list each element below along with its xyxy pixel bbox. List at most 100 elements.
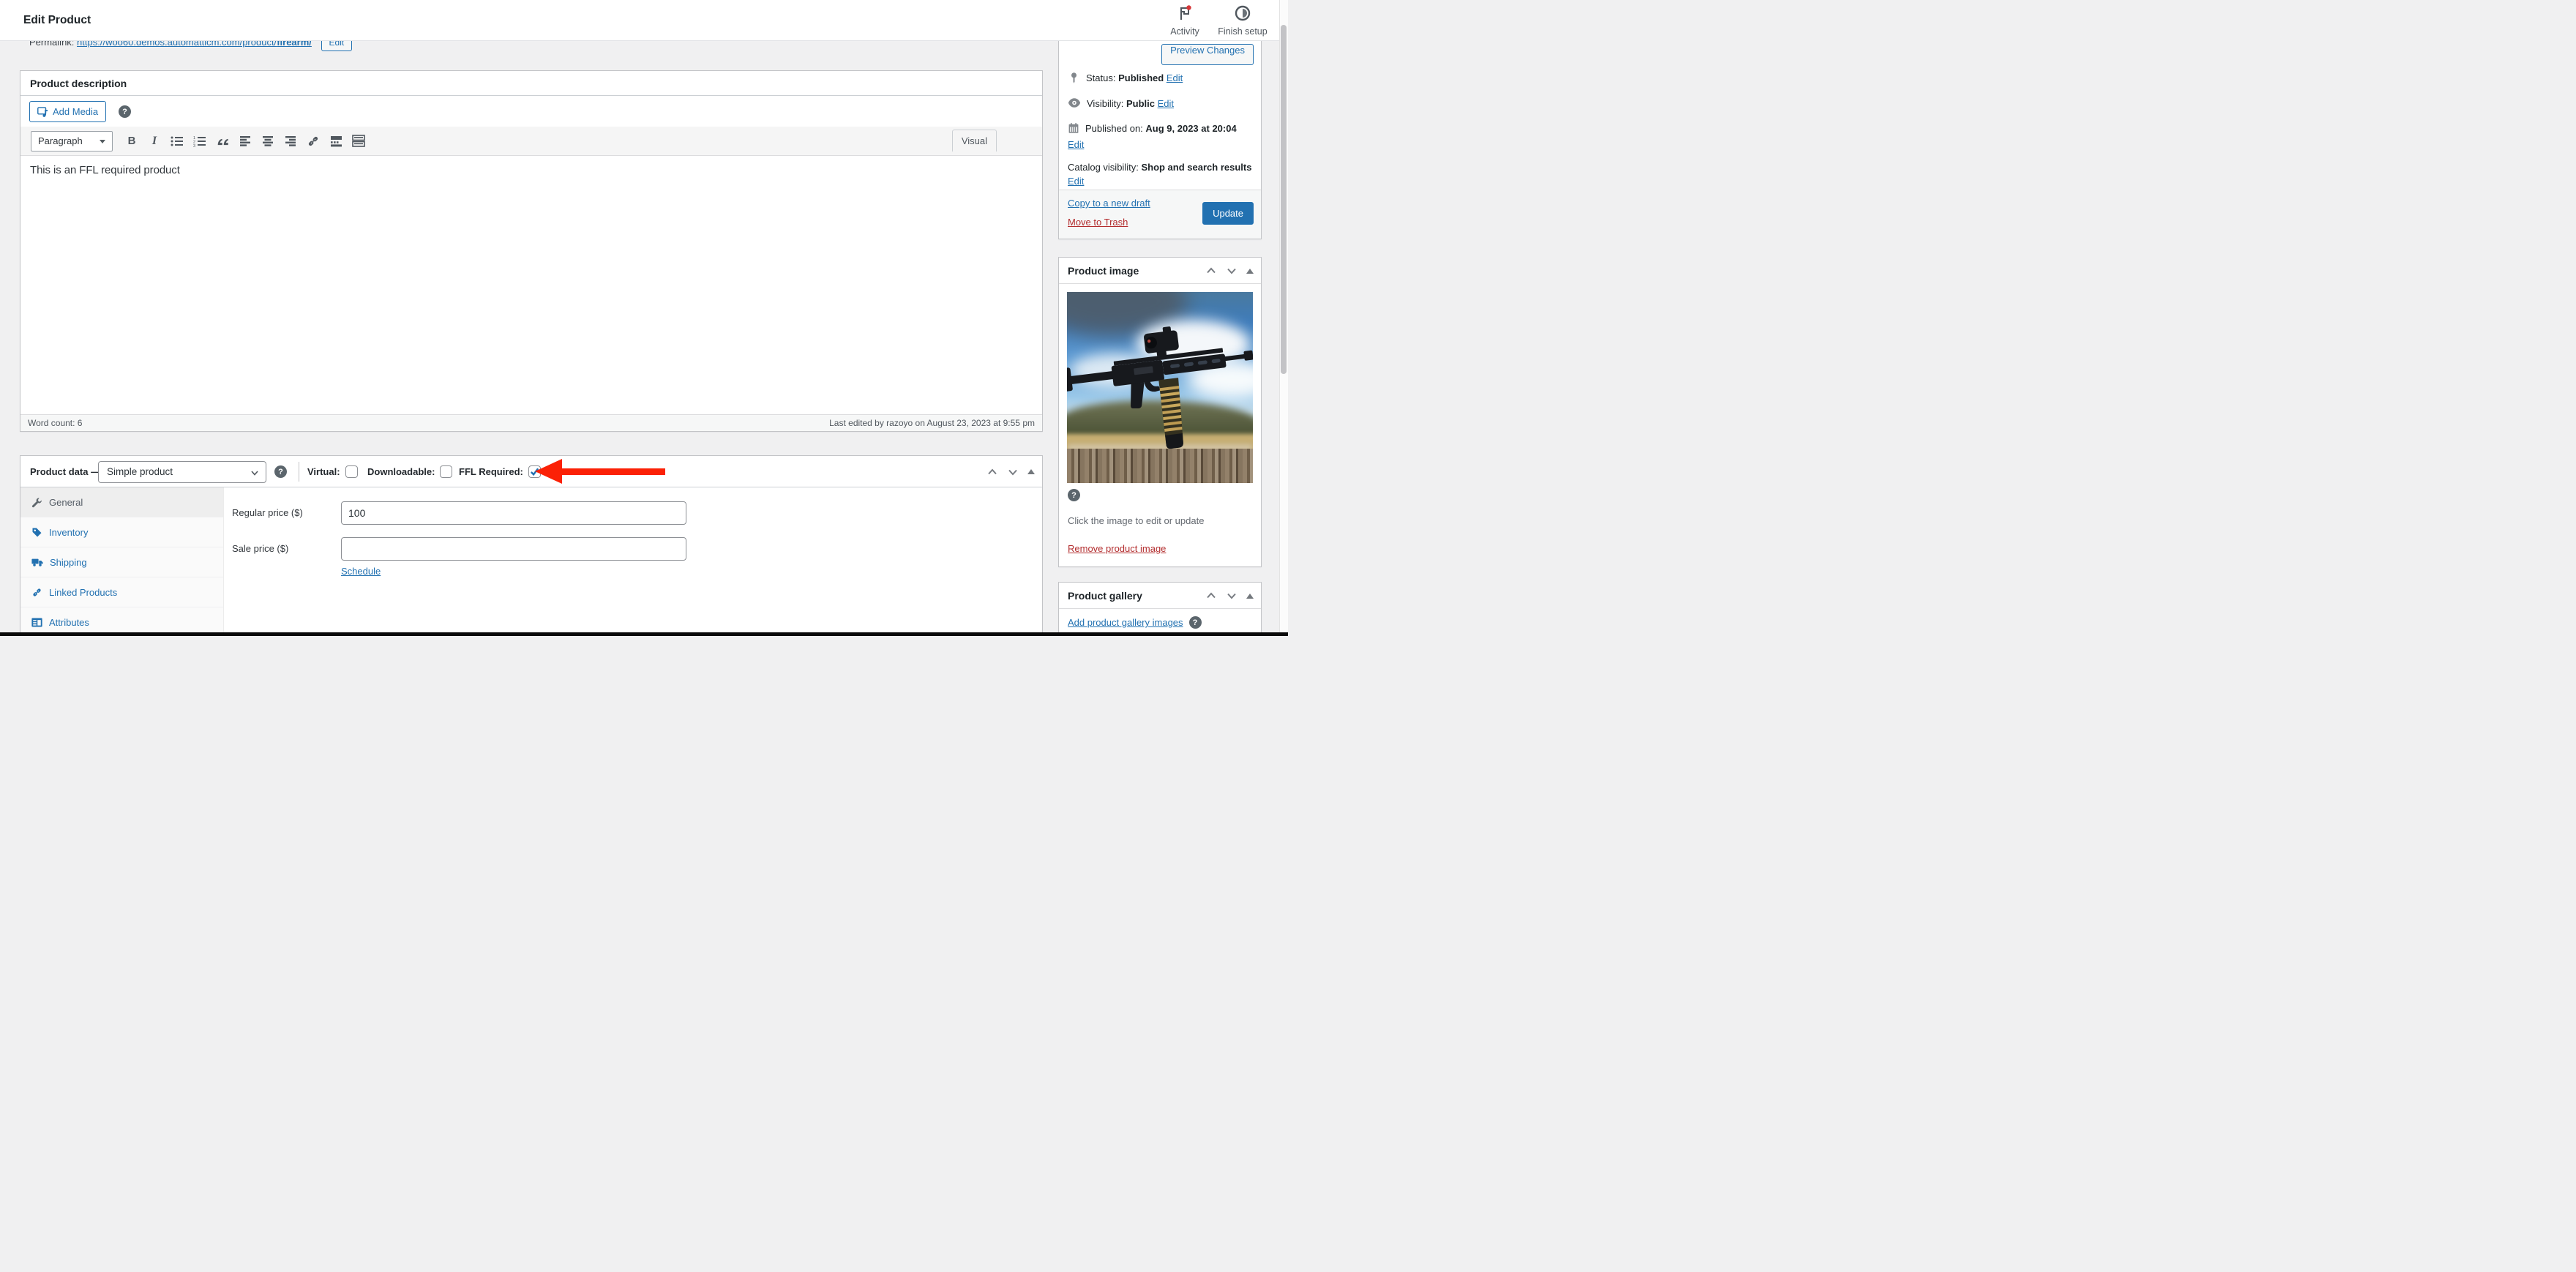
product-gallery-panel: Product gallery Add product gallery imag…	[1058, 582, 1262, 636]
sale-price-label: Sale price ($)	[232, 537, 288, 561]
update-button[interactable]: Update	[1202, 202, 1254, 225]
tab-general[interactable]: General	[20, 487, 223, 517]
bullet-list-button[interactable]	[168, 132, 187, 151]
paragraph-style-select[interactable]: Paragraph	[31, 131, 113, 151]
product-image-hint: Click the image to edit or update	[1068, 515, 1204, 526]
copy-to-draft-link[interactable]: Copy to a new draft	[1068, 198, 1150, 209]
ffl-required-label: FFL Required:	[459, 466, 523, 477]
published-on-row: Published on: Aug 9, 2023 at 20:04	[1068, 123, 1254, 134]
move-down-icon[interactable]	[1007, 466, 1019, 478]
schedule-link[interactable]: Schedule	[341, 566, 381, 577]
move-up-icon[interactable]	[1205, 590, 1217, 602]
editor-content[interactable]: This is an FFL required product	[20, 156, 1042, 416]
scrollbar-thumb[interactable]	[1281, 25, 1287, 374]
published-edit-row: Edit	[1068, 139, 1254, 150]
publish-footer: Copy to a new draft Move to Trash Update	[1059, 190, 1261, 239]
move-up-icon[interactable]	[986, 466, 998, 478]
status-value: Published	[1118, 72, 1164, 83]
caret-down-icon	[100, 140, 105, 143]
catalog-edit-link[interactable]: Edit	[1068, 176, 1084, 187]
move-down-icon[interactable]	[1226, 590, 1238, 602]
media-icon	[37, 107, 48, 117]
virtual-label: Virtual:	[307, 466, 340, 477]
downloadable-checkbox[interactable]	[440, 465, 452, 478]
insert-link-button[interactable]	[304, 132, 323, 151]
status-row: Status: Published Edit	[1068, 72, 1254, 84]
chevron-down-icon	[250, 468, 259, 477]
calendar-icon	[1068, 122, 1079, 134]
move-up-icon[interactable]	[1205, 265, 1217, 277]
published-label: Published on:	[1085, 123, 1143, 134]
bold-button[interactable]: B	[122, 132, 141, 151]
publish-panel: Preview Changes Status: Published Edit V…	[1058, 34, 1262, 239]
tab-inventory[interactable]: Inventory	[20, 517, 223, 547]
sale-price-input[interactable]	[341, 537, 686, 561]
product-type-help-icon[interactable]: ?	[274, 465, 287, 478]
catalog-visibility-row: Catalog visibility: Shop and search resu…	[1068, 160, 1254, 188]
product-data-tabs: General Inventory Shipping	[20, 487, 224, 636]
virtual-checkbox[interactable]	[345, 465, 358, 478]
page-title: Edit Product	[23, 0, 91, 41]
eye-icon	[1068, 97, 1081, 108]
move-down-icon[interactable]	[1226, 265, 1238, 277]
published-edit-link[interactable]: Edit	[1068, 139, 1084, 150]
gallery-help-icon[interactable]: ?	[1189, 616, 1202, 629]
top-bar: Edit Product Activity Finish setup	[0, 0, 1288, 41]
product-image-panel: Product image	[1058, 257, 1262, 567]
scrollbar-track[interactable]	[1279, 0, 1288, 636]
product-image-thumbnail[interactable]	[1067, 292, 1253, 483]
collapse-toggle-icon[interactable]	[1027, 469, 1035, 474]
edit-product-screen: Permalink: https://woo60.demos.automatti…	[0, 0, 1288, 636]
align-right-button[interactable]	[281, 132, 300, 151]
visibility-edit-link[interactable]: Edit	[1158, 98, 1174, 109]
add-media-button[interactable]: Add Media	[29, 101, 106, 122]
finish-setup-button[interactable]: Finish setup	[1206, 5, 1279, 37]
align-left-button[interactable]	[236, 132, 255, 151]
product-data-panel: Product data — Simple product ? Virtual:…	[20, 455, 1043, 636]
downloadable-option: Downloadable:	[367, 456, 452, 487]
regular-price-label: Regular price ($)	[232, 501, 303, 525]
editor-toolbar: Paragraph B I 1 2 3	[20, 127, 1042, 156]
product-image-help-icon[interactable]: ?	[1068, 489, 1080, 501]
tag-icon	[31, 527, 42, 538]
rifle-photo-illustration	[1067, 292, 1253, 483]
collapse-toggle-icon[interactable]	[1246, 594, 1254, 599]
editor-help-icon[interactable]: ?	[119, 105, 131, 118]
pin-icon	[1068, 72, 1080, 84]
regular-price-input[interactable]	[341, 501, 686, 525]
product-data-title: Product data	[30, 466, 88, 477]
last-edited: Last edited by razoyo on August 23, 2023…	[829, 415, 1035, 431]
italic-button[interactable]: I	[145, 132, 164, 151]
word-count: Word count: 6	[28, 415, 82, 431]
align-center-button[interactable]	[258, 132, 277, 151]
move-to-trash-link[interactable]: Move to Trash	[1068, 217, 1128, 228]
add-gallery-images-link[interactable]: Add product gallery images	[1068, 617, 1183, 628]
tab-visual[interactable]: Visual	[952, 130, 997, 151]
blockquote-button[interactable]	[213, 132, 232, 151]
numbered-list-button[interactable]: 1 2 3	[190, 132, 209, 151]
read-more-icon	[330, 135, 342, 147]
finish-setup-progress-icon	[1235, 5, 1251, 21]
visibility-label: Visibility:	[1087, 98, 1123, 109]
annotation-arrow-icon	[535, 459, 562, 484]
visibility-value: Public	[1126, 98, 1155, 109]
keyboard-icon	[352, 135, 365, 147]
product-description-panel: Product description Add Media ? Visual T…	[20, 70, 1043, 432]
visibility-row: Visibility: Public Edit	[1068, 98, 1254, 109]
toolbar-toggle-button[interactable]	[349, 132, 368, 151]
product-type-select[interactable]: Simple product	[98, 461, 266, 483]
link-icon	[31, 587, 42, 598]
truck-icon	[31, 557, 43, 567]
align-right-icon	[285, 136, 296, 146]
tab-linked-products[interactable]: Linked Products	[20, 577, 223, 607]
tab-shipping[interactable]: Shipping	[20, 547, 223, 577]
activity-flag-icon	[1177, 5, 1193, 21]
ffl-required-option: FFL Required:	[459, 456, 541, 487]
preview-changes-button[interactable]: Preview Changes	[1161, 44, 1254, 65]
remove-product-image-link[interactable]: Remove product image	[1068, 543, 1166, 554]
catalog-value: Shop and search results	[1141, 162, 1251, 173]
status-edit-link[interactable]: Edit	[1167, 72, 1183, 83]
collapse-toggle-icon[interactable]	[1246, 269, 1254, 274]
bullet-list-icon	[171, 135, 184, 147]
read-more-tag-button[interactable]	[326, 132, 345, 151]
